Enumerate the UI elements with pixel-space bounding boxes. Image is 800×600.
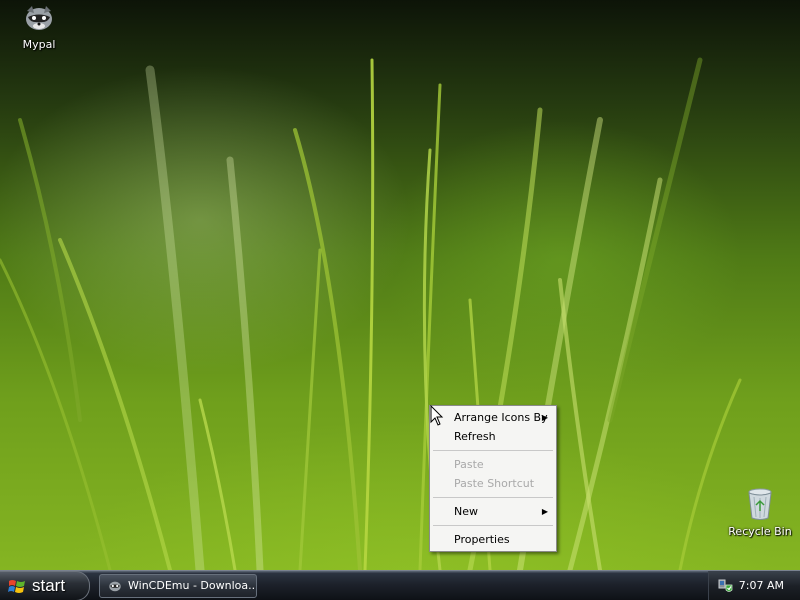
submenu-arrow-icon: ▶ [541,507,548,516]
menu-item-label: Properties [454,533,510,546]
desktop-icon-recycle-bin[interactable]: Recycle Bin [725,487,795,538]
menu-item-properties[interactable]: Properties [432,530,554,549]
menu-item-label: Arrange Icons By [454,411,548,424]
taskbar-button-wincdemu[interactable]: WinCDEmu - Downloa... [99,574,257,598]
recycle-bin-icon [748,488,772,520]
menu-separator [433,497,553,498]
system-tray: 7:07 AM [708,571,800,600]
submenu-arrow-icon: ▶ [541,413,548,422]
desktop-icon-mypal[interactable]: Mypal [4,2,74,51]
windows-flag-icon [8,580,25,593]
clock[interactable]: 7:07 AM [739,571,784,600]
menu-item-paste-shortcut: Paste Shortcut [432,474,554,493]
desktop-icon-label: Recycle Bin [728,525,792,538]
menu-item-paste: Paste [432,455,554,474]
start-label: start [32,576,66,595]
start-button[interactable]: start [0,571,90,600]
taskbar-button-label: WinCDEmu - Downloa... [128,579,257,592]
desktop-icon-label: Mypal [22,38,56,51]
menu-separator [433,525,553,526]
menu-item-label: Paste Shortcut [454,477,535,490]
menu-item-label: Paste [454,458,484,471]
menu-item-refresh[interactable]: Refresh [432,427,554,446]
network-shield-icon[interactable] [718,578,734,594]
taskbar: start WinCDEmu - Downloa... 7:07 AM [0,570,800,600]
desktop-context-menu: Arrange Icons By ▶ Refresh Paste Paste S… [429,405,557,552]
grass-wallpaper [0,57,742,570]
menu-item-arrange-icons-by[interactable]: Arrange Icons By ▶ [432,408,554,427]
raccoon-icon [109,581,121,592]
mouse-cursor-icon [430,405,444,426]
desktop-background[interactable] [0,0,800,570]
menu-item-label: Refresh [454,430,496,443]
raccoon-icon [26,6,52,30]
menu-item-new[interactable]: New ▶ [432,502,554,521]
menu-separator [433,450,553,451]
menu-item-label: New [454,505,478,518]
